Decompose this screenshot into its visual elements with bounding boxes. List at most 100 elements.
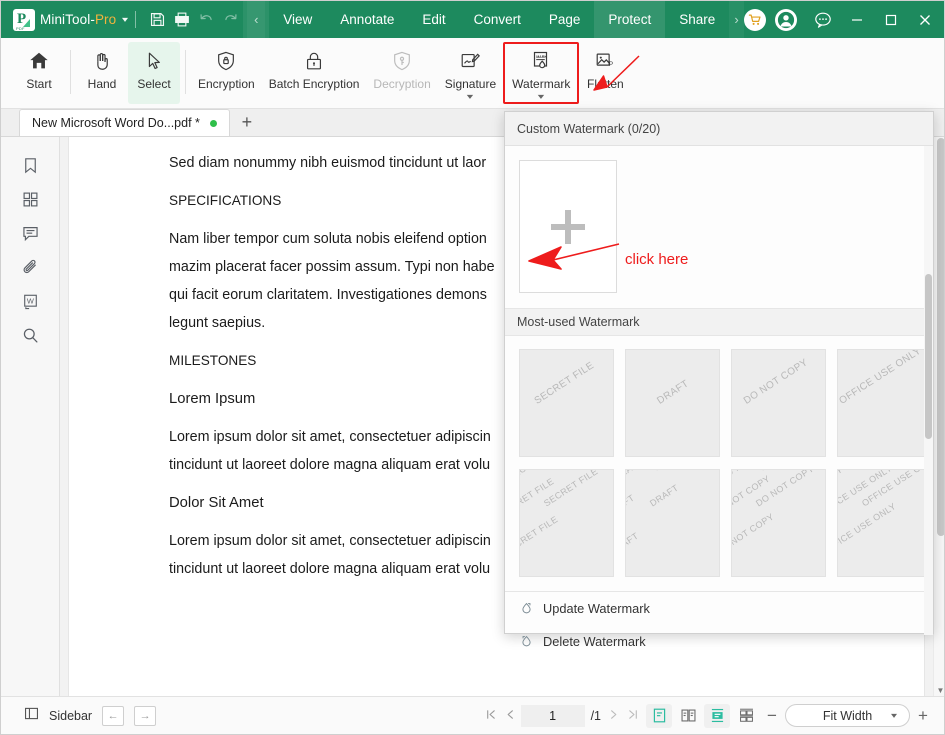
ribbon-label-hand: Hand bbox=[87, 77, 117, 91]
document-vertical-scrollbar[interactable]: ▼ bbox=[933, 137, 944, 698]
watermark-panel-scrollbar[interactable] bbox=[924, 146, 933, 635]
brand-dropdown-caret-icon[interactable]: ▾ bbox=[122, 15, 128, 24]
prev-page-button[interactable] bbox=[501, 708, 521, 724]
minimize-button[interactable] bbox=[840, 1, 874, 38]
attachment-icon[interactable] bbox=[14, 251, 48, 284]
title-bar: P PDF MiniTool-Pro ▾ ‹ View Annotate Edi… bbox=[1, 1, 944, 38]
divider bbox=[70, 50, 71, 94]
unsaved-indicator-dot bbox=[209, 119, 217, 127]
menu-tab-convert[interactable]: Convert bbox=[460, 1, 535, 38]
add-custom-watermark-button[interactable] bbox=[519, 160, 617, 293]
watermark-preset-do-not-copy-tiled[interactable]: DO NOT COPY DO NOT COPY DO NOT COPY DO N… bbox=[731, 469, 826, 577]
page-number-input[interactable] bbox=[520, 704, 585, 727]
undo-icon[interactable] bbox=[194, 6, 219, 34]
menu-tab-bar: View Annotate Edit Convert Page Protect … bbox=[269, 1, 729, 38]
scrollbar-thumb[interactable] bbox=[925, 274, 932, 439]
watermark-preset-label: OFFICE USE ONLY bbox=[837, 349, 923, 407]
word-export-icon[interactable]: W bbox=[14, 285, 48, 318]
thumbnails-icon[interactable] bbox=[14, 183, 48, 216]
watermark-preset-office-use-only-tiled[interactable]: OFFICE USE ONLY OFFICE USE ONLY OFFICE U… bbox=[837, 469, 932, 577]
scrollbar-thumb[interactable] bbox=[937, 138, 944, 536]
watermark-preset-label: SECRET FILE bbox=[519, 514, 560, 557]
watermark-preset-office-use-only[interactable]: OFFICE USE ONLY bbox=[837, 349, 932, 457]
sidebar-toggle-button[interactable]: Sidebar bbox=[23, 705, 92, 727]
two-page-view-icon[interactable] bbox=[675, 704, 701, 728]
minitool-logo-icon: P PDF bbox=[13, 8, 35, 31]
ribbon-button-watermark[interactable]: MARK Watermark ▾ bbox=[503, 42, 580, 104]
continuous-scroll-view-icon[interactable] bbox=[704, 703, 730, 728]
svg-text:P: P bbox=[609, 62, 613, 68]
print-icon[interactable] bbox=[170, 6, 195, 34]
watermark-preset-draft-tiled[interactable]: DRAFT DRAFT DRAFT DRAFT DRAFT bbox=[625, 469, 720, 577]
menu-prev-chevron-icon[interactable]: ‹ bbox=[247, 1, 266, 38]
menu-tab-share[interactable]: Share bbox=[665, 1, 729, 38]
zoom-in-button[interactable]: + bbox=[910, 706, 936, 726]
watermark-preset-label: DRAFT bbox=[648, 482, 681, 509]
delete-watermark-action[interactable]: Delete Watermark bbox=[505, 625, 933, 658]
watermark-preset-label: DRAFT bbox=[625, 469, 645, 483]
close-button[interactable] bbox=[908, 1, 942, 38]
user-account-icon[interactable] bbox=[775, 8, 797, 31]
shopping-cart-icon[interactable] bbox=[744, 8, 766, 31]
ribbon-button-start[interactable]: Start bbox=[13, 42, 65, 104]
watermark-preset-draft[interactable]: DRAFT bbox=[625, 349, 720, 457]
sidebar-toggle-label: Sidebar bbox=[49, 708, 93, 723]
delete-watermark-label: Delete Watermark bbox=[543, 634, 646, 649]
sidebar-panel-icon bbox=[23, 705, 40, 727]
single-page-view-icon[interactable] bbox=[646, 703, 672, 728]
menu-tab-page[interactable]: Page bbox=[535, 1, 595, 38]
bookmark-icon[interactable] bbox=[14, 149, 48, 182]
click-here-arrow-icon bbox=[528, 243, 620, 270]
ribbon-button-signature[interactable]: Signature ▾ bbox=[438, 42, 503, 104]
divider bbox=[185, 50, 186, 94]
watermark-preset-secret-file[interactable]: SECRET FILE bbox=[519, 349, 614, 457]
redo-icon[interactable] bbox=[219, 6, 244, 34]
watermark-preset-secret-file-tiled[interactable]: SECRET FILE SECRET FILE SECRET FILE SECR… bbox=[519, 469, 614, 577]
watermark-preset-label: SECRET FILE bbox=[542, 469, 600, 509]
menu-scroll-left[interactable]: ‹ bbox=[243, 1, 270, 38]
watermark-preset-label: DO NOT COPY bbox=[741, 357, 810, 407]
comments-icon[interactable] bbox=[14, 217, 48, 250]
ribbon-button-flatten[interactable]: P Flatten bbox=[579, 42, 631, 104]
nav-forward-button[interactable]: → bbox=[134, 705, 157, 726]
first-page-button[interactable] bbox=[481, 708, 501, 724]
ribbon-button-hand[interactable]: Hand bbox=[76, 42, 128, 104]
chevron-down-icon[interactable]: ▾ bbox=[538, 93, 544, 101]
last-page-button[interactable] bbox=[623, 708, 643, 724]
ribbon-button-encryption[interactable]: Encryption bbox=[191, 42, 262, 104]
brand-title: MiniTool-Pro bbox=[40, 12, 116, 27]
menu-next-chevron-icon[interactable]: › bbox=[729, 1, 744, 38]
watermark-preset-label: DO NOT COPY bbox=[731, 511, 776, 556]
ribbon-label-batch-encryption: Batch Encryption bbox=[268, 77, 360, 91]
svg-text:W: W bbox=[27, 296, 34, 305]
watermark-preset-do-not-copy[interactable]: DO NOT COPY bbox=[731, 349, 826, 457]
document-tab[interactable]: New Microsoft Word Do...pdf * bbox=[19, 109, 230, 136]
ribbon-button-select[interactable]: Select bbox=[128, 42, 180, 104]
application-window: P PDF MiniTool-Pro ▾ ‹ View Annotate Edi… bbox=[0, 0, 945, 735]
menu-tab-view[interactable]: View bbox=[269, 1, 326, 38]
menu-tab-annotate[interactable]: Annotate bbox=[326, 1, 408, 38]
watermark-preset-row-1: SECRET FILE DRAFT DO NOT COPY OFFICE USE… bbox=[505, 336, 933, 463]
save-icon[interactable] bbox=[145, 6, 170, 34]
menu-tab-protect[interactable]: Protect bbox=[594, 1, 666, 38]
ribbon-button-batch-encryption[interactable]: Batch Encryption bbox=[262, 42, 367, 104]
ribbon-button-decryption[interactable]: Decryption bbox=[366, 42, 437, 104]
search-icon[interactable] bbox=[14, 319, 48, 352]
update-watermark-action[interactable]: Update Watermark bbox=[505, 592, 933, 625]
flatten-image-icon: P bbox=[594, 47, 616, 75]
padlock-icon bbox=[303, 47, 325, 75]
maximize-button[interactable] bbox=[874, 1, 908, 38]
feedback-chat-icon[interactable] bbox=[806, 1, 840, 38]
nav-back-button[interactable]: ← bbox=[102, 705, 125, 726]
menu-tab-edit[interactable]: Edit bbox=[408, 1, 459, 38]
zoom-out-button[interactable]: − bbox=[759, 706, 785, 726]
chevron-down-icon[interactable]: ▾ bbox=[467, 93, 473, 101]
chevron-down-icon[interactable]: ▾ bbox=[891, 711, 897, 720]
two-page-continuous-view-icon[interactable] bbox=[733, 704, 759, 728]
document-tab-label: New Microsoft Word Do...pdf * bbox=[32, 116, 200, 130]
watermark-preset-label: DRAFT bbox=[652, 470, 684, 472]
shield-lock-icon bbox=[215, 47, 237, 75]
zoom-level-select[interactable]: Fit Width ▾ bbox=[785, 704, 910, 727]
new-tab-button[interactable]: + bbox=[230, 109, 264, 136]
next-page-button[interactable] bbox=[603, 708, 623, 724]
